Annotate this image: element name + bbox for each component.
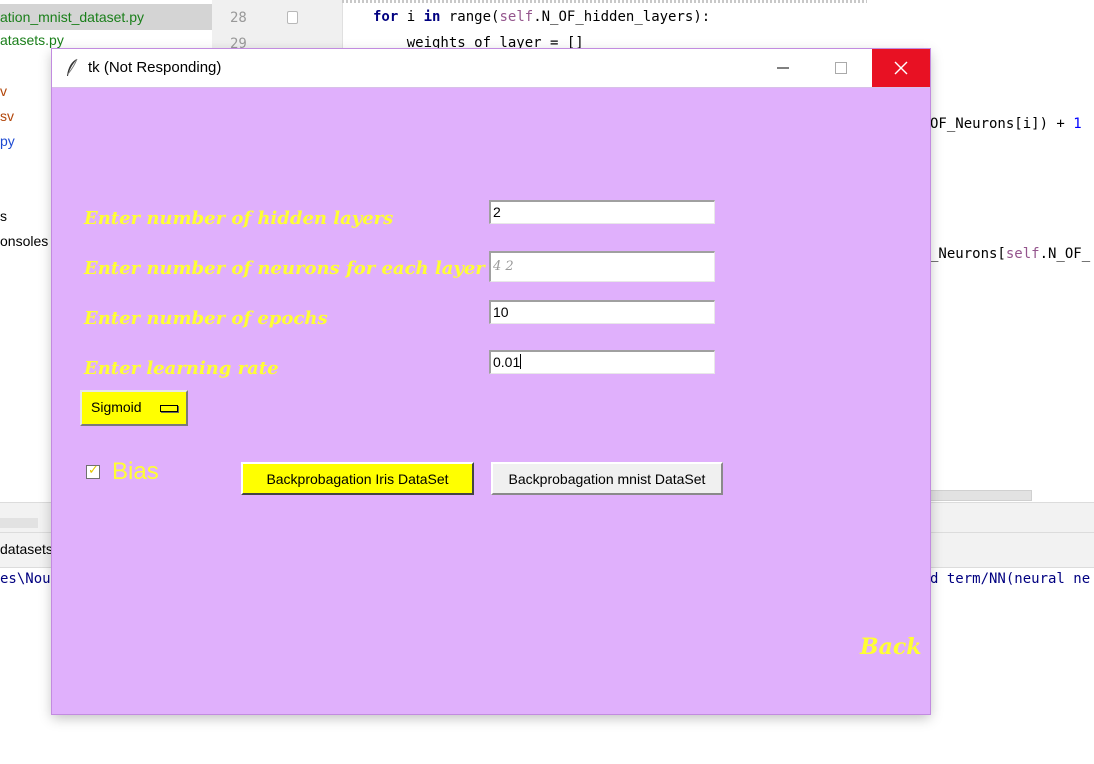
activation-select-value: Sigmoid [91,399,142,415]
close-icon [894,61,908,75]
window-titlebar[interactable]: tk (Not Responding) [52,49,930,88]
neurons-label: Enter number of neurons for each layer [84,258,485,279]
maximize-icon [835,62,847,74]
learning-rate-label: Enter learning rate [84,358,279,379]
minimize-button[interactable] [754,49,812,87]
option-indicator-icon [160,405,178,412]
window-content: Enter number of hidden layers 2 Enter nu… [52,88,930,714]
bias-checkbox[interactable]: ✓ [86,463,100,479]
back-button[interactable]: Back [860,634,922,660]
line-number: 28 [230,10,247,26]
editor-separator [342,0,867,3]
window-title: tk (Not Responding) [88,59,222,76]
run-tab-datasets[interactable]: datasets [0,541,53,557]
project-item[interactable]: onsoles [0,233,48,249]
hidden-layers-label: Enter number of hidden layers [84,208,394,229]
feather-icon [67,58,78,76]
project-item[interactable]: py [0,133,15,149]
code-line: _Neurons[self.N_OF_ [930,246,1091,262]
project-item-selected[interactable]: ation_mnist_dataset.py [0,4,212,30]
text-cursor [520,354,522,369]
code-line: OF_Neurons[i]) + 1 [930,116,1082,132]
check-icon: ✓ [88,463,99,478]
minimize-icon [777,67,789,69]
project-item[interactable]: sv [0,108,14,124]
project-horizontal-scrollbar[interactable] [0,518,38,528]
tk-window: tk (Not Responding) Enter number of hidd… [52,49,930,714]
project-item[interactable]: s [0,208,7,224]
activation-select[interactable]: Sigmoid [80,390,188,426]
neurons-input[interactable]: 4 2 [489,251,715,282]
fold-marker-icon[interactable] [287,11,298,24]
bias-label: Bias [112,458,159,485]
close-button[interactable] [872,49,930,87]
epochs-input[interactable]: 10 [489,300,715,324]
epochs-label: Enter number of epochs [84,308,328,329]
iris-backprop-button[interactable]: Backprobagation Iris DataSet [241,462,474,495]
hidden-layers-input[interactable]: 2 [489,200,715,224]
learning-rate-input[interactable]: 0.01 [489,350,715,374]
maximize-button[interactable] [812,49,870,87]
mnist-backprop-button[interactable]: Backprobagation mnist DataSet [491,462,723,495]
console-output: d term/NN(neural ne [930,571,1091,587]
editor-horizontal-scrollbar[interactable] [930,490,1032,501]
project-item[interactable]: v [0,83,7,99]
project-item[interactable]: atasets.py [0,32,64,48]
code-line: for i in range(self.N_OF_hidden_layers): [373,9,711,25]
console-output: es\Nour [0,571,60,587]
